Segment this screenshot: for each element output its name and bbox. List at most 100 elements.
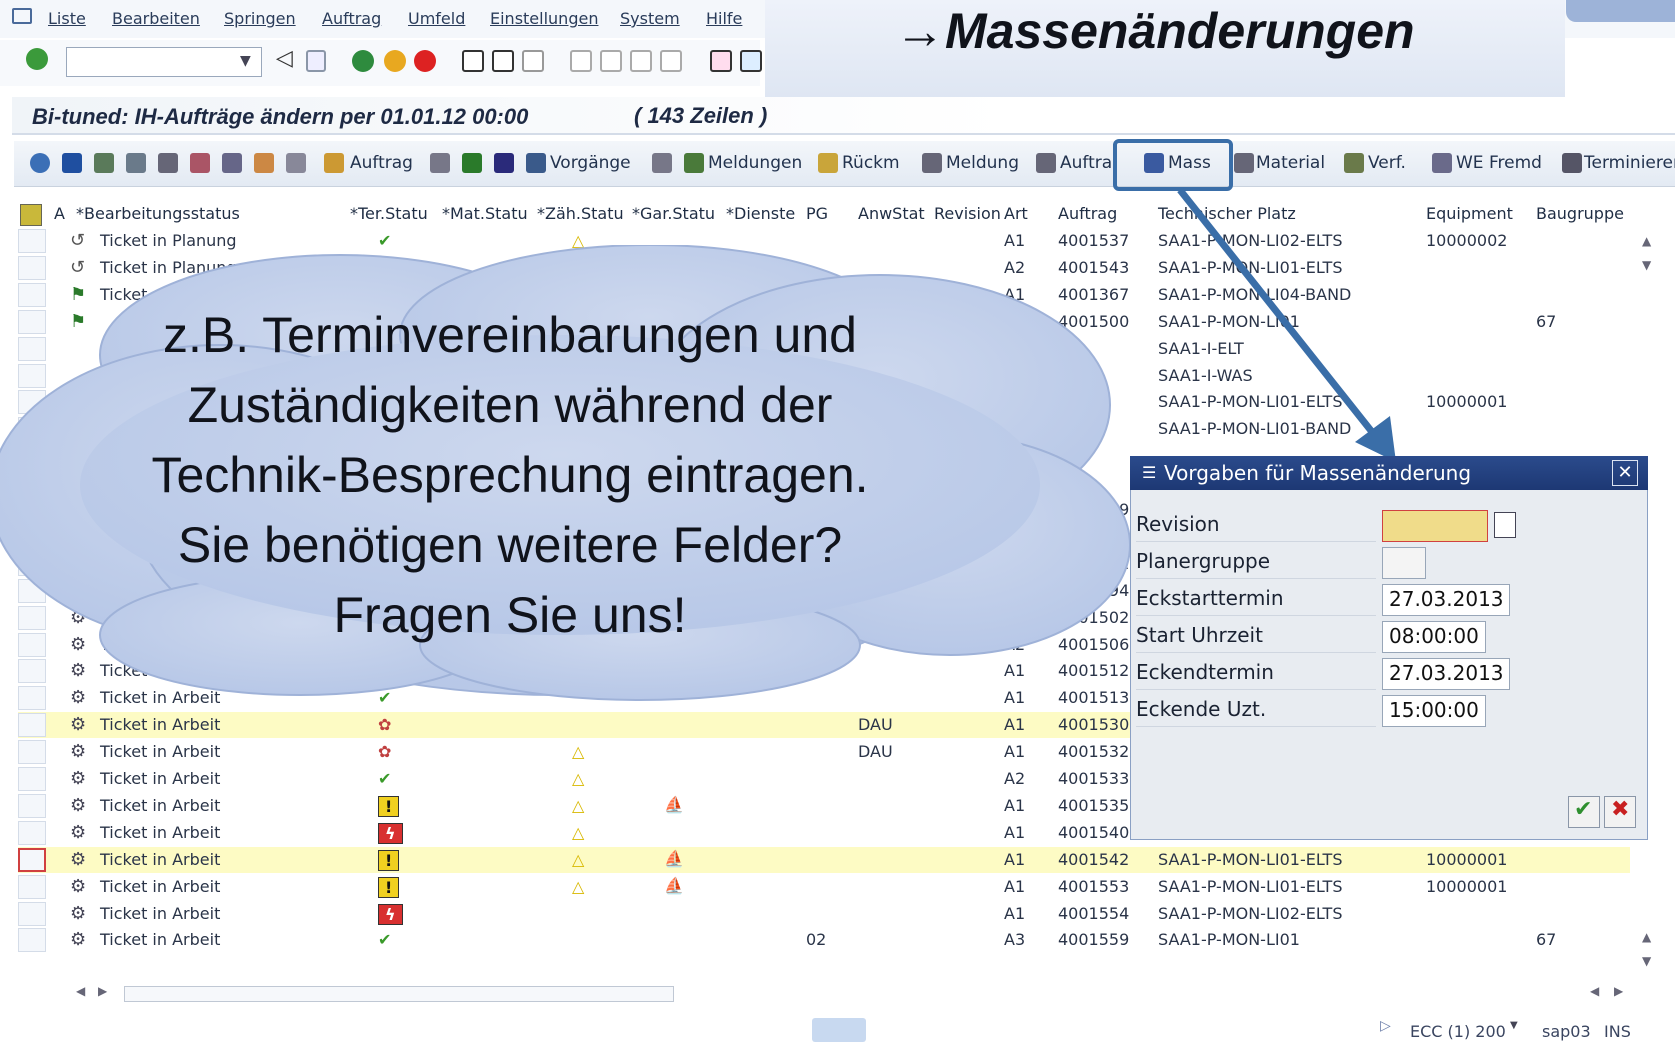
menu-icon[interactable] — [12, 8, 32, 24]
print-icon[interactable] — [462, 50, 484, 72]
row-selector[interactable] — [18, 875, 46, 899]
meldung-icon[interactable] — [922, 153, 942, 173]
exit-icon[interactable] — [384, 50, 406, 72]
meldung-button[interactable]: Meldung — [946, 153, 1019, 173]
edit-icon[interactable] — [430, 153, 450, 173]
verf-icon[interactable] — [1344, 153, 1364, 173]
col-header-art[interactable]: Art — [1004, 204, 1028, 223]
col-header-revision[interactable]: Revision — [934, 204, 1001, 223]
close-icon[interactable]: ✕ — [1612, 460, 1638, 486]
col-header-gar[interactable]: *Gar.Statu — [632, 204, 715, 223]
scroll-up-icon[interactable]: ▲ — [1642, 234, 1651, 248]
material-button[interactable]: Material — [1256, 153, 1325, 173]
window-controls[interactable] — [1566, 0, 1675, 22]
auftrag2-icon[interactable] — [1036, 153, 1056, 173]
first-page-icon[interactable] — [570, 50, 592, 72]
status-dropdown-icon[interactable]: ▼ — [1510, 1020, 1518, 1031]
rueckm-button[interactable]: Rückm — [842, 153, 900, 173]
flag-icon[interactable] — [494, 153, 514, 173]
menu-springen[interactable]: Springen — [224, 9, 296, 28]
find-next-icon[interactable] — [522, 50, 544, 72]
refresh-icon[interactable] — [62, 153, 82, 173]
scroll-up-icon-2[interactable]: ▲ — [1642, 930, 1651, 944]
col-header-zah[interactable]: *Zäh.Statu — [537, 204, 624, 223]
row-selector[interactable] — [18, 902, 46, 926]
row-selector[interactable] — [18, 713, 46, 737]
menu-einstellungen[interactable]: Einstellungen — [490, 9, 598, 28]
menu-liste[interactable]: Liste — [48, 9, 86, 28]
select-all-icon[interactable] — [20, 204, 42, 226]
row-selector[interactable] — [18, 767, 46, 791]
vorgaenge-icon[interactable] — [526, 153, 546, 173]
eckendtermin-input[interactable]: 27.03.2013 — [1382, 658, 1510, 690]
we-fremd-icon[interactable] — [1432, 153, 1452, 173]
cancel-button[interactable]: ✖ — [1604, 796, 1636, 828]
back-green-icon[interactable] — [352, 50, 374, 72]
details-icon[interactable] — [30, 153, 50, 173]
col-header-mat[interactable]: *Mat.Statu — [442, 204, 528, 223]
planergruppe-input[interactable] — [1382, 547, 1426, 579]
col-header-equipment[interactable]: Equipment — [1426, 204, 1513, 223]
scroll-left-icon[interactable]: ◀ — [76, 984, 85, 998]
col-header-a[interactable]: A — [54, 204, 65, 223]
list-icon[interactable] — [94, 153, 114, 173]
calc-icon[interactable] — [286, 153, 306, 173]
prev-page-icon[interactable] — [600, 50, 622, 72]
last-page-icon[interactable] — [660, 50, 682, 72]
col-header-status[interactable]: *Bearbeitungsstatus — [76, 204, 240, 223]
scroll-thumb[interactable] — [124, 986, 674, 1002]
find-icon[interactable] — [492, 50, 514, 72]
back-icon[interactable]: ◁ — [276, 46, 293, 71]
row-selector[interactable] — [18, 740, 46, 764]
terminieren-icon[interactable] — [1562, 153, 1582, 173]
flag-green-icon[interactable] — [462, 153, 482, 173]
print-list-icon[interactable] — [158, 153, 178, 173]
dropdown-arrow-icon[interactable]: ▼ — [240, 53, 251, 69]
status-system[interactable]: ECC (1) 200 — [1410, 1022, 1506, 1041]
row-selector[interactable] — [18, 928, 46, 952]
meldungen-button[interactable]: Meldungen — [708, 153, 802, 173]
menu-system[interactable]: System — [620, 9, 680, 28]
menu-hilfe[interactable]: Hilfe — [706, 9, 742, 28]
row-selector[interactable] — [18, 821, 46, 845]
enter-icon[interactable] — [26, 48, 48, 70]
menu-auftrag[interactable]: Auftrag — [322, 9, 381, 28]
cancel-icon[interactable] — [414, 50, 436, 72]
scroll-right-icon-2[interactable]: ▶ — [1614, 984, 1623, 998]
material-icon[interactable] — [1234, 153, 1254, 173]
we-fremd-button[interactable]: WE Fremd — [1456, 153, 1542, 173]
link-icon[interactable] — [652, 153, 672, 173]
eckende-uzt-input[interactable]: 15:00:00 — [1382, 695, 1486, 727]
start-uhrzeit-input[interactable]: 08:00:00 — [1382, 621, 1486, 653]
chart-icon[interactable] — [254, 153, 274, 173]
col-header-baugruppe[interactable]: Baugruppe — [1536, 204, 1624, 223]
scroll-down-icon[interactable]: ▼ — [1642, 258, 1651, 272]
verf-button[interactable]: Verf. — [1368, 153, 1406, 173]
row-selector[interactable] — [18, 794, 46, 818]
horizontal-scrollbar[interactable]: ◀ ▶ — [76, 982, 676, 1006]
col-header-pg[interactable]: PG — [806, 204, 828, 223]
confirm-button[interactable]: ✔ — [1568, 796, 1600, 828]
next-page-icon[interactable] — [630, 50, 652, 72]
auftrag-icon[interactable] — [324, 153, 344, 173]
table-row[interactable] — [18, 901, 1630, 927]
filter-icon[interactable] — [222, 153, 242, 173]
scroll-down-icon-2[interactable]: ▼ — [1642, 954, 1651, 968]
scroll-right-icon[interactable]: ▶ — [98, 984, 107, 998]
new-session-icon[interactable] — [710, 50, 732, 72]
meldungen-icon[interactable] — [684, 153, 704, 173]
scroll-left-icon-2[interactable]: ◀ — [1590, 984, 1599, 998]
terminieren-button[interactable]: Terminieren — [1584, 153, 1675, 173]
col-header-auftrag[interactable]: Auftrag — [1058, 204, 1117, 223]
rueckm-icon[interactable] — [818, 153, 838, 173]
table-row[interactable] — [18, 847, 1630, 873]
command-field[interactable] — [66, 47, 262, 77]
row-selector[interactable] — [18, 848, 46, 872]
auftra-button[interactable]: Auftra — [1060, 153, 1112, 173]
col-header-dienste[interactable]: *Dienste — [726, 204, 795, 223]
menu-bearbeiten[interactable]: Bearbeiten — [112, 9, 200, 28]
status-expand-icon[interactable]: ▷ — [1380, 1018, 1391, 1034]
eckstarttermin-input[interactable]: 27.03.2013 — [1382, 584, 1510, 616]
table-row[interactable] — [18, 874, 1630, 900]
doc-icon[interactable] — [126, 153, 146, 173]
